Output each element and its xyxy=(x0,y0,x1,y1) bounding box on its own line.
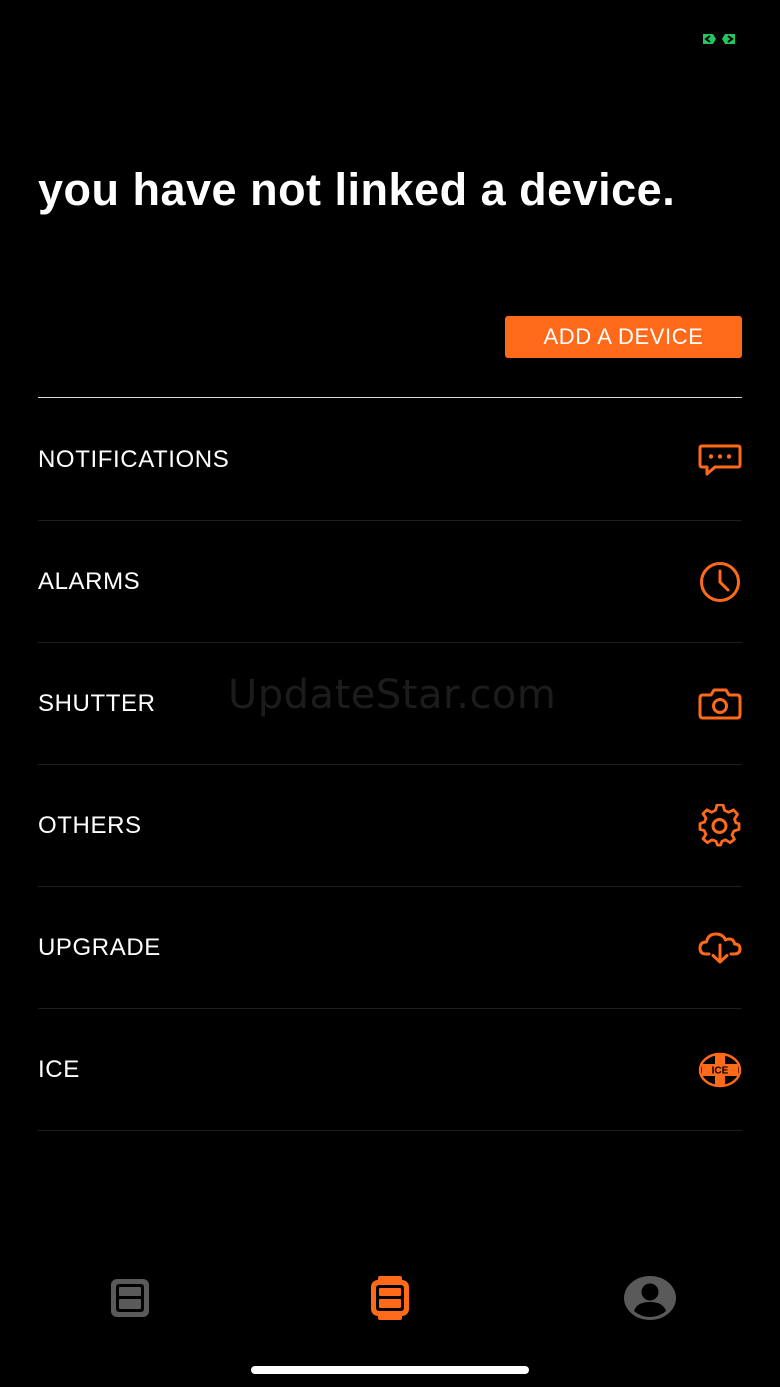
clock-icon xyxy=(698,560,742,604)
dashboard-icon xyxy=(111,1279,149,1317)
device-icon xyxy=(371,1276,409,1320)
menu-item-ice[interactable]: ICE ICE xyxy=(38,1009,742,1131)
menu-item-notifications[interactable]: NOTIFICATIONS xyxy=(38,399,742,521)
tab-dashboard[interactable] xyxy=(100,1270,160,1326)
home-indicator[interactable] xyxy=(251,1366,529,1374)
menu-item-label: ALARMS xyxy=(38,567,141,595)
menu-item-upgrade[interactable]: UPGRADE xyxy=(38,887,742,1009)
divider xyxy=(38,397,742,398)
menu-item-label: OTHERS xyxy=(38,811,142,839)
tab-profile[interactable] xyxy=(620,1270,680,1326)
page-title: you have not linked a device. xyxy=(38,164,676,215)
menu-item-others[interactable]: OTHERS xyxy=(38,765,742,887)
profile-icon xyxy=(624,1276,676,1320)
menu-item-shutter[interactable]: SHUTTER xyxy=(38,643,742,765)
add-device-button[interactable]: ADD A DEVICE xyxy=(505,316,742,358)
menu-item-alarms[interactable]: ALARMS xyxy=(38,521,742,643)
menu-item-label: ICE xyxy=(38,1055,80,1083)
menu-item-label: UPGRADE xyxy=(38,933,161,961)
menu-item-label: SHUTTER xyxy=(38,689,156,717)
sync-status-icon xyxy=(703,34,735,44)
ice-badge-text: ICE xyxy=(712,1065,729,1076)
ice-badge-icon: ICE xyxy=(698,1048,742,1092)
chat-bubble-icon xyxy=(698,438,742,482)
gear-icon xyxy=(698,803,742,848)
tab-device[interactable] xyxy=(360,1270,420,1326)
settings-menu: NOTIFICATIONS ALARMS SHUTTER OTHERS UPGR… xyxy=(38,399,742,1131)
camera-icon xyxy=(698,682,742,726)
menu-item-label: NOTIFICATIONS xyxy=(38,445,230,473)
cloud-download-icon xyxy=(698,926,742,970)
bottom-tab-bar xyxy=(0,1270,780,1326)
